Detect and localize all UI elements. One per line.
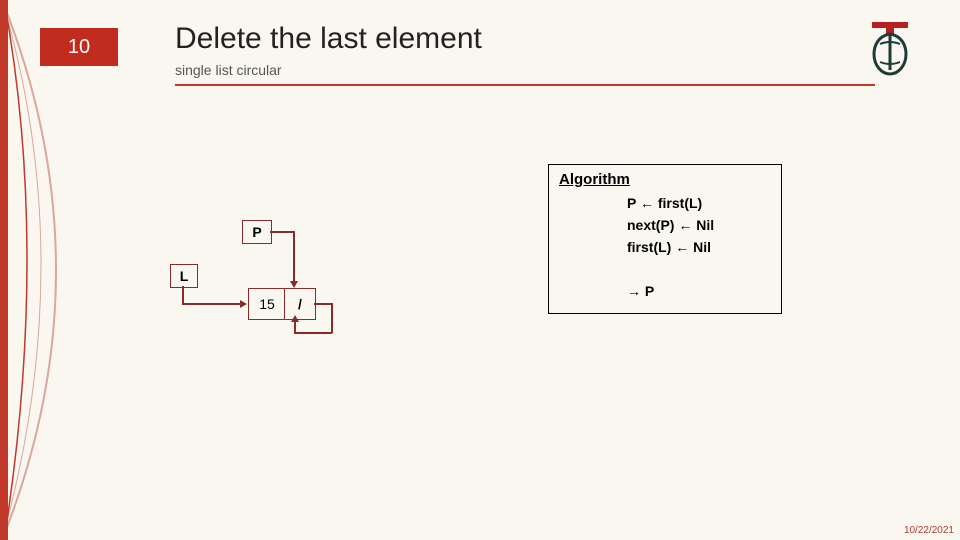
left-accent-bar <box>0 0 8 540</box>
linked-list-diagram: P L 15 / <box>170 220 370 340</box>
university-logo-icon <box>866 20 914 76</box>
loop-seg-1 <box>314 303 332 305</box>
algorithm-box: Algorithm P ← first(L) next(P) ← Nil fir… <box>548 164 782 314</box>
slide-number-badge: 10 <box>40 28 118 66</box>
title-underline <box>175 84 875 86</box>
node-data-cell: 15 <box>248 288 286 320</box>
list-l-box: L <box>170 264 198 288</box>
slide-subtitle: single list circular <box>175 62 282 78</box>
l-arrow-v <box>182 286 184 304</box>
loop-seg-2 <box>331 303 333 333</box>
slide-number: 10 <box>68 36 90 59</box>
algorithm-heading: Algorithm <box>559 171 630 188</box>
l-arrow-h <box>182 303 242 305</box>
slide-title: Delete the last element <box>175 22 482 56</box>
algorithm-return: → P <box>627 283 654 299</box>
algorithm-line-2: next(P) ← Nil <box>627 217 714 233</box>
pointer-p-box: P <box>242 220 272 244</box>
p-arrow-h <box>270 231 294 233</box>
decorative-curves <box>0 0 120 540</box>
slide-date: 10/22/2021 <box>904 525 954 536</box>
slide: 10 Delete the last element single list c… <box>0 0 960 540</box>
loop-arrow-head <box>291 315 299 322</box>
p-arrow-head <box>290 281 298 288</box>
p-arrow-v <box>293 231 295 283</box>
loop-seg-3 <box>294 332 332 334</box>
algorithm-line-3: first(L) ← Nil <box>627 239 711 255</box>
algorithm-line-1: P ← first(L) <box>627 195 702 211</box>
l-arrow-head <box>240 300 247 308</box>
node-next-cell: / <box>284 288 316 320</box>
